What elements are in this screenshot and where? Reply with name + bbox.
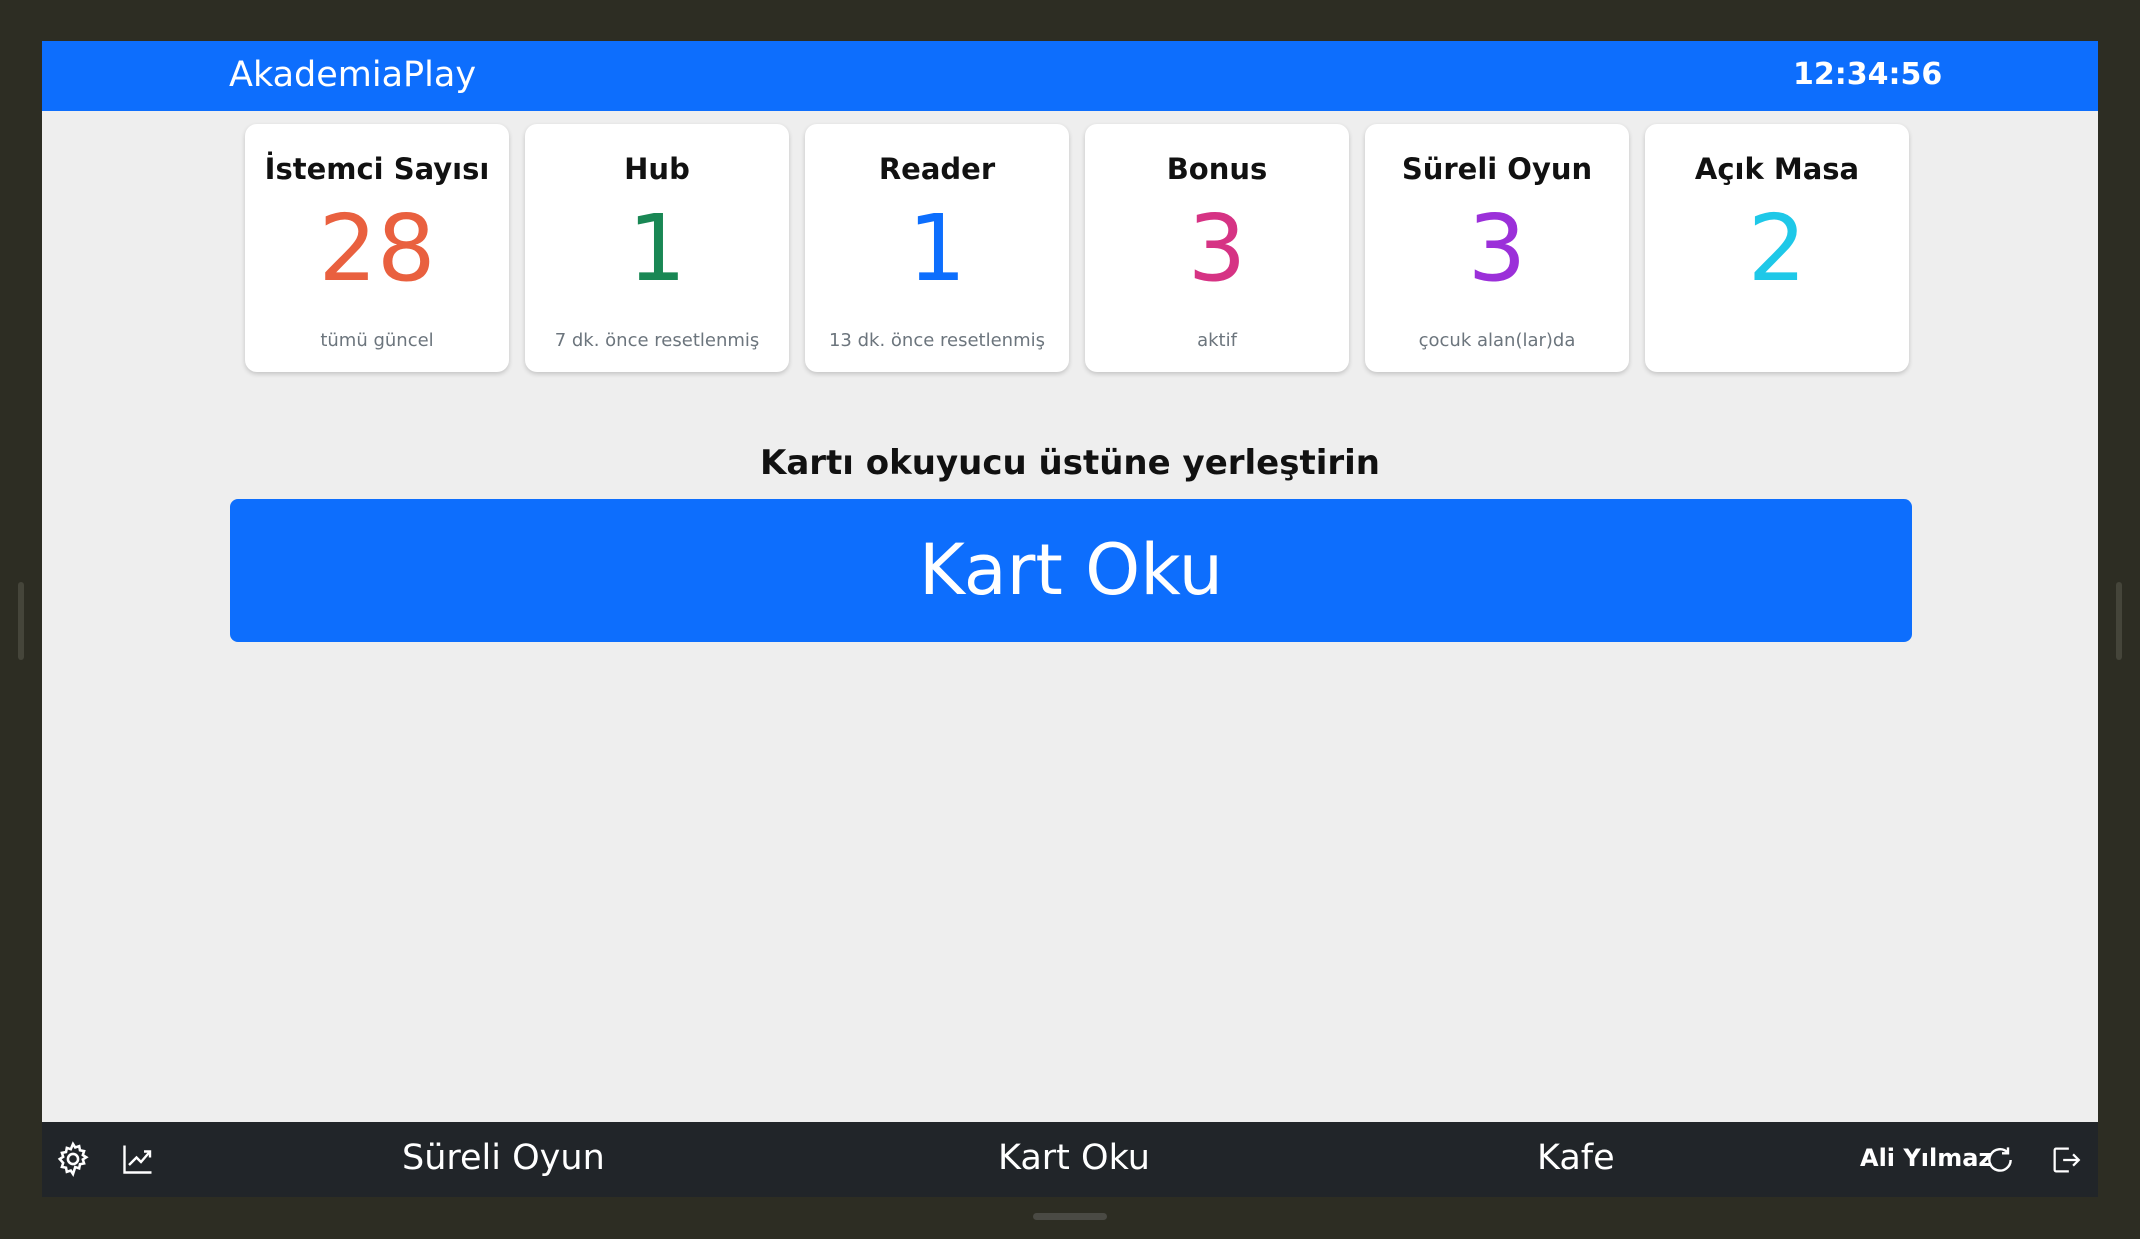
card-acik-masa: Açık Masa 2 <box>1645 124 1909 372</box>
card-value: 3 <box>1467 195 1527 302</box>
home-indicator <box>1033 1213 1107 1220</box>
side-handle-right <box>2116 582 2122 660</box>
stats-cards: İstemci Sayısı 28 tümü güncel Hub 1 7 dk… <box>245 124 1913 372</box>
card-title: Süreli Oyun <box>1401 152 1593 186</box>
card-reader-prompt: Kartı okuyucu üstüne yerleştirin <box>759 443 1381 483</box>
chart-line-icon[interactable] <box>120 1141 156 1181</box>
logout-icon[interactable] <box>2048 1143 2084 1181</box>
side-handle-left <box>18 582 24 660</box>
card-value: 28 <box>318 195 436 302</box>
card-title: İstemci Sayısı <box>264 152 490 186</box>
app-screen: AkademiaPlay 12:34:56 İstemci Sayısı 28 … <box>42 41 2098 1197</box>
clock: 12:34:56 <box>1793 57 1943 92</box>
top-bar: AkademiaPlay 12:34:56 <box>42 41 2098 111</box>
card-sureli-oyun: Süreli Oyun 3 çocuk alan(lar)da <box>1365 124 1629 372</box>
card-value: 1 <box>627 195 687 302</box>
bottom-bar: Süreli Oyun Kart Oku Kafe Ali Yılmaz <box>42 1122 2098 1197</box>
card-istemci-sayisi: İstemci Sayısı 28 tümü güncel <box>245 124 509 372</box>
card-title: Hub <box>624 152 690 186</box>
card-title: Açık Masa <box>1694 152 1860 186</box>
refresh-icon[interactable] <box>1984 1144 2016 1180</box>
gear-icon[interactable] <box>54 1140 92 1182</box>
card-subtitle: 13 dk. önce resetlenmiş <box>828 330 1046 351</box>
nav-sureli-oyun[interactable]: Süreli Oyun <box>402 1138 605 1178</box>
nav-kart-oku[interactable]: Kart Oku <box>998 1138 1150 1178</box>
card-title: Reader <box>878 152 996 186</box>
card-subtitle: aktif <box>1197 330 1237 351</box>
user-name: Ali Yılmaz <box>1860 1144 1993 1172</box>
card-value: 2 <box>1747 195 1807 302</box>
card-subtitle: çocuk alan(lar)da <box>1418 330 1576 351</box>
card-value: 3 <box>1187 195 1247 302</box>
card-bonus: Bonus 3 aktif <box>1085 124 1349 372</box>
card-reader: Reader 1 13 dk. önce resetlenmiş <box>805 124 1069 372</box>
card-subtitle: 7 dk. önce resetlenmiş <box>554 330 760 351</box>
nav-kafe[interactable]: Kafe <box>1537 1138 1615 1178</box>
card-value: 1 <box>907 195 967 302</box>
app-title: AkademiaPlay <box>229 55 477 95</box>
card-title: Bonus <box>1166 152 1268 186</box>
card-subtitle: tümü güncel <box>320 330 434 351</box>
read-card-button[interactable]: Kart Oku <box>230 499 1912 642</box>
card-hub: Hub 1 7 dk. önce resetlenmiş <box>525 124 789 372</box>
